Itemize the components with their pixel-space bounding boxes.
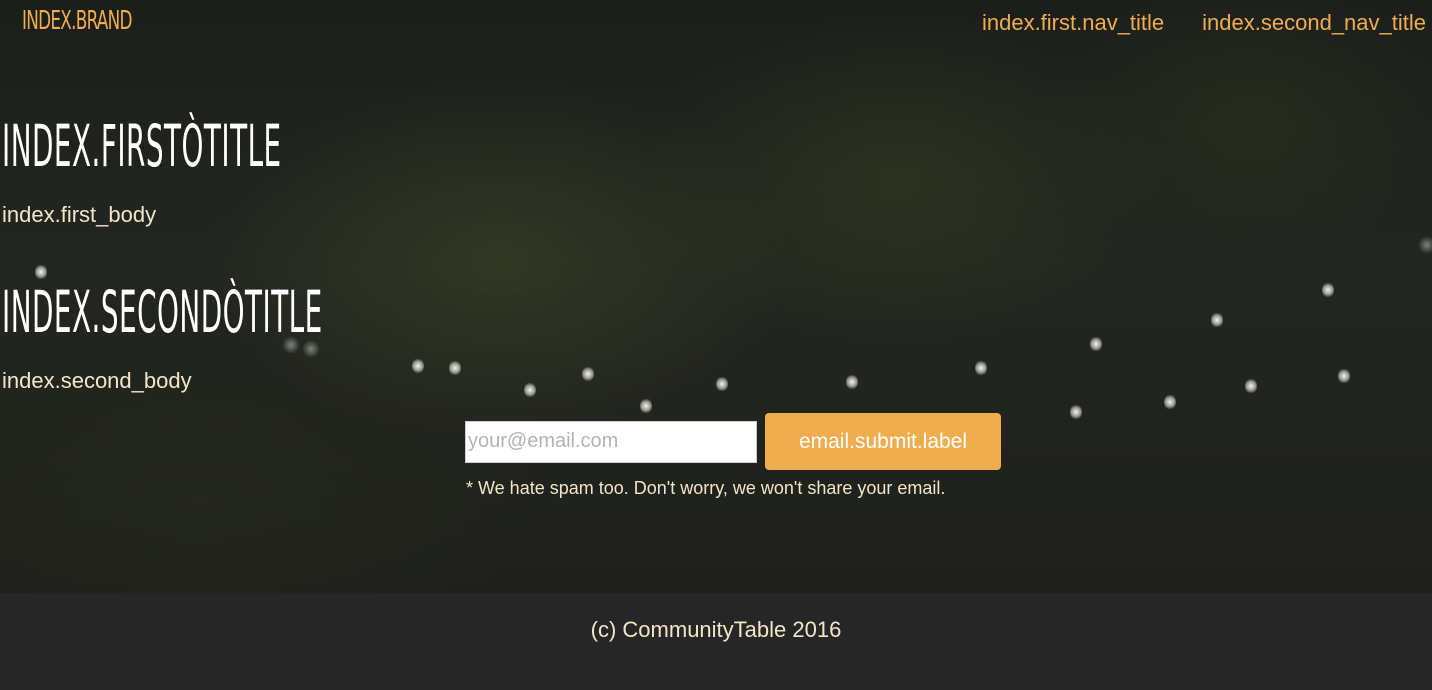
- string-light: [1211, 312, 1223, 328]
- spam-disclaimer: * We hate spam too. Don't worry, we won'…: [466, 478, 946, 498]
- string-light: [449, 360, 461, 376]
- string-light: [1090, 336, 1102, 352]
- string-light: [1164, 394, 1176, 410]
- string-light: [1245, 378, 1257, 394]
- second-section-body: index.second_body: [2, 368, 192, 393]
- string-light: [716, 376, 728, 392]
- bokeh-light: [1418, 236, 1432, 254]
- first-section-title: INDEX.FIRSTÒTITLE: [2, 112, 282, 180]
- second-section-title: INDEX.SECONDÒTITLE: [2, 278, 323, 346]
- string-light: [524, 382, 536, 398]
- string-light: [1338, 368, 1350, 384]
- string-light: [640, 398, 652, 414]
- string-light: [412, 358, 424, 374]
- top-nav: index.first.nav_title index.second_nav_t…: [982, 10, 1426, 36]
- copyright-text: (c) CommunityTable 2016: [590, 617, 842, 642]
- nav-link-first[interactable]: index.first.nav_title: [982, 10, 1164, 36]
- email-submit-button[interactable]: email.submit.label: [765, 413, 1001, 470]
- first-section-body: index.first_body: [2, 202, 157, 227]
- email-signup-form: email.submit.label: [465, 413, 1001, 470]
- string-light: [1322, 282, 1334, 298]
- string-light: [846, 374, 858, 390]
- string-light: [1070, 404, 1082, 420]
- brand-logo[interactable]: INDEX.BRAND: [22, 6, 132, 36]
- email-input[interactable]: [465, 420, 757, 463]
- string-light: [582, 366, 594, 382]
- footer: (c) CommunityTable 2016: [0, 593, 1432, 690]
- nav-link-second[interactable]: index.second_nav_title: [1202, 10, 1426, 36]
- string-light: [975, 360, 987, 376]
